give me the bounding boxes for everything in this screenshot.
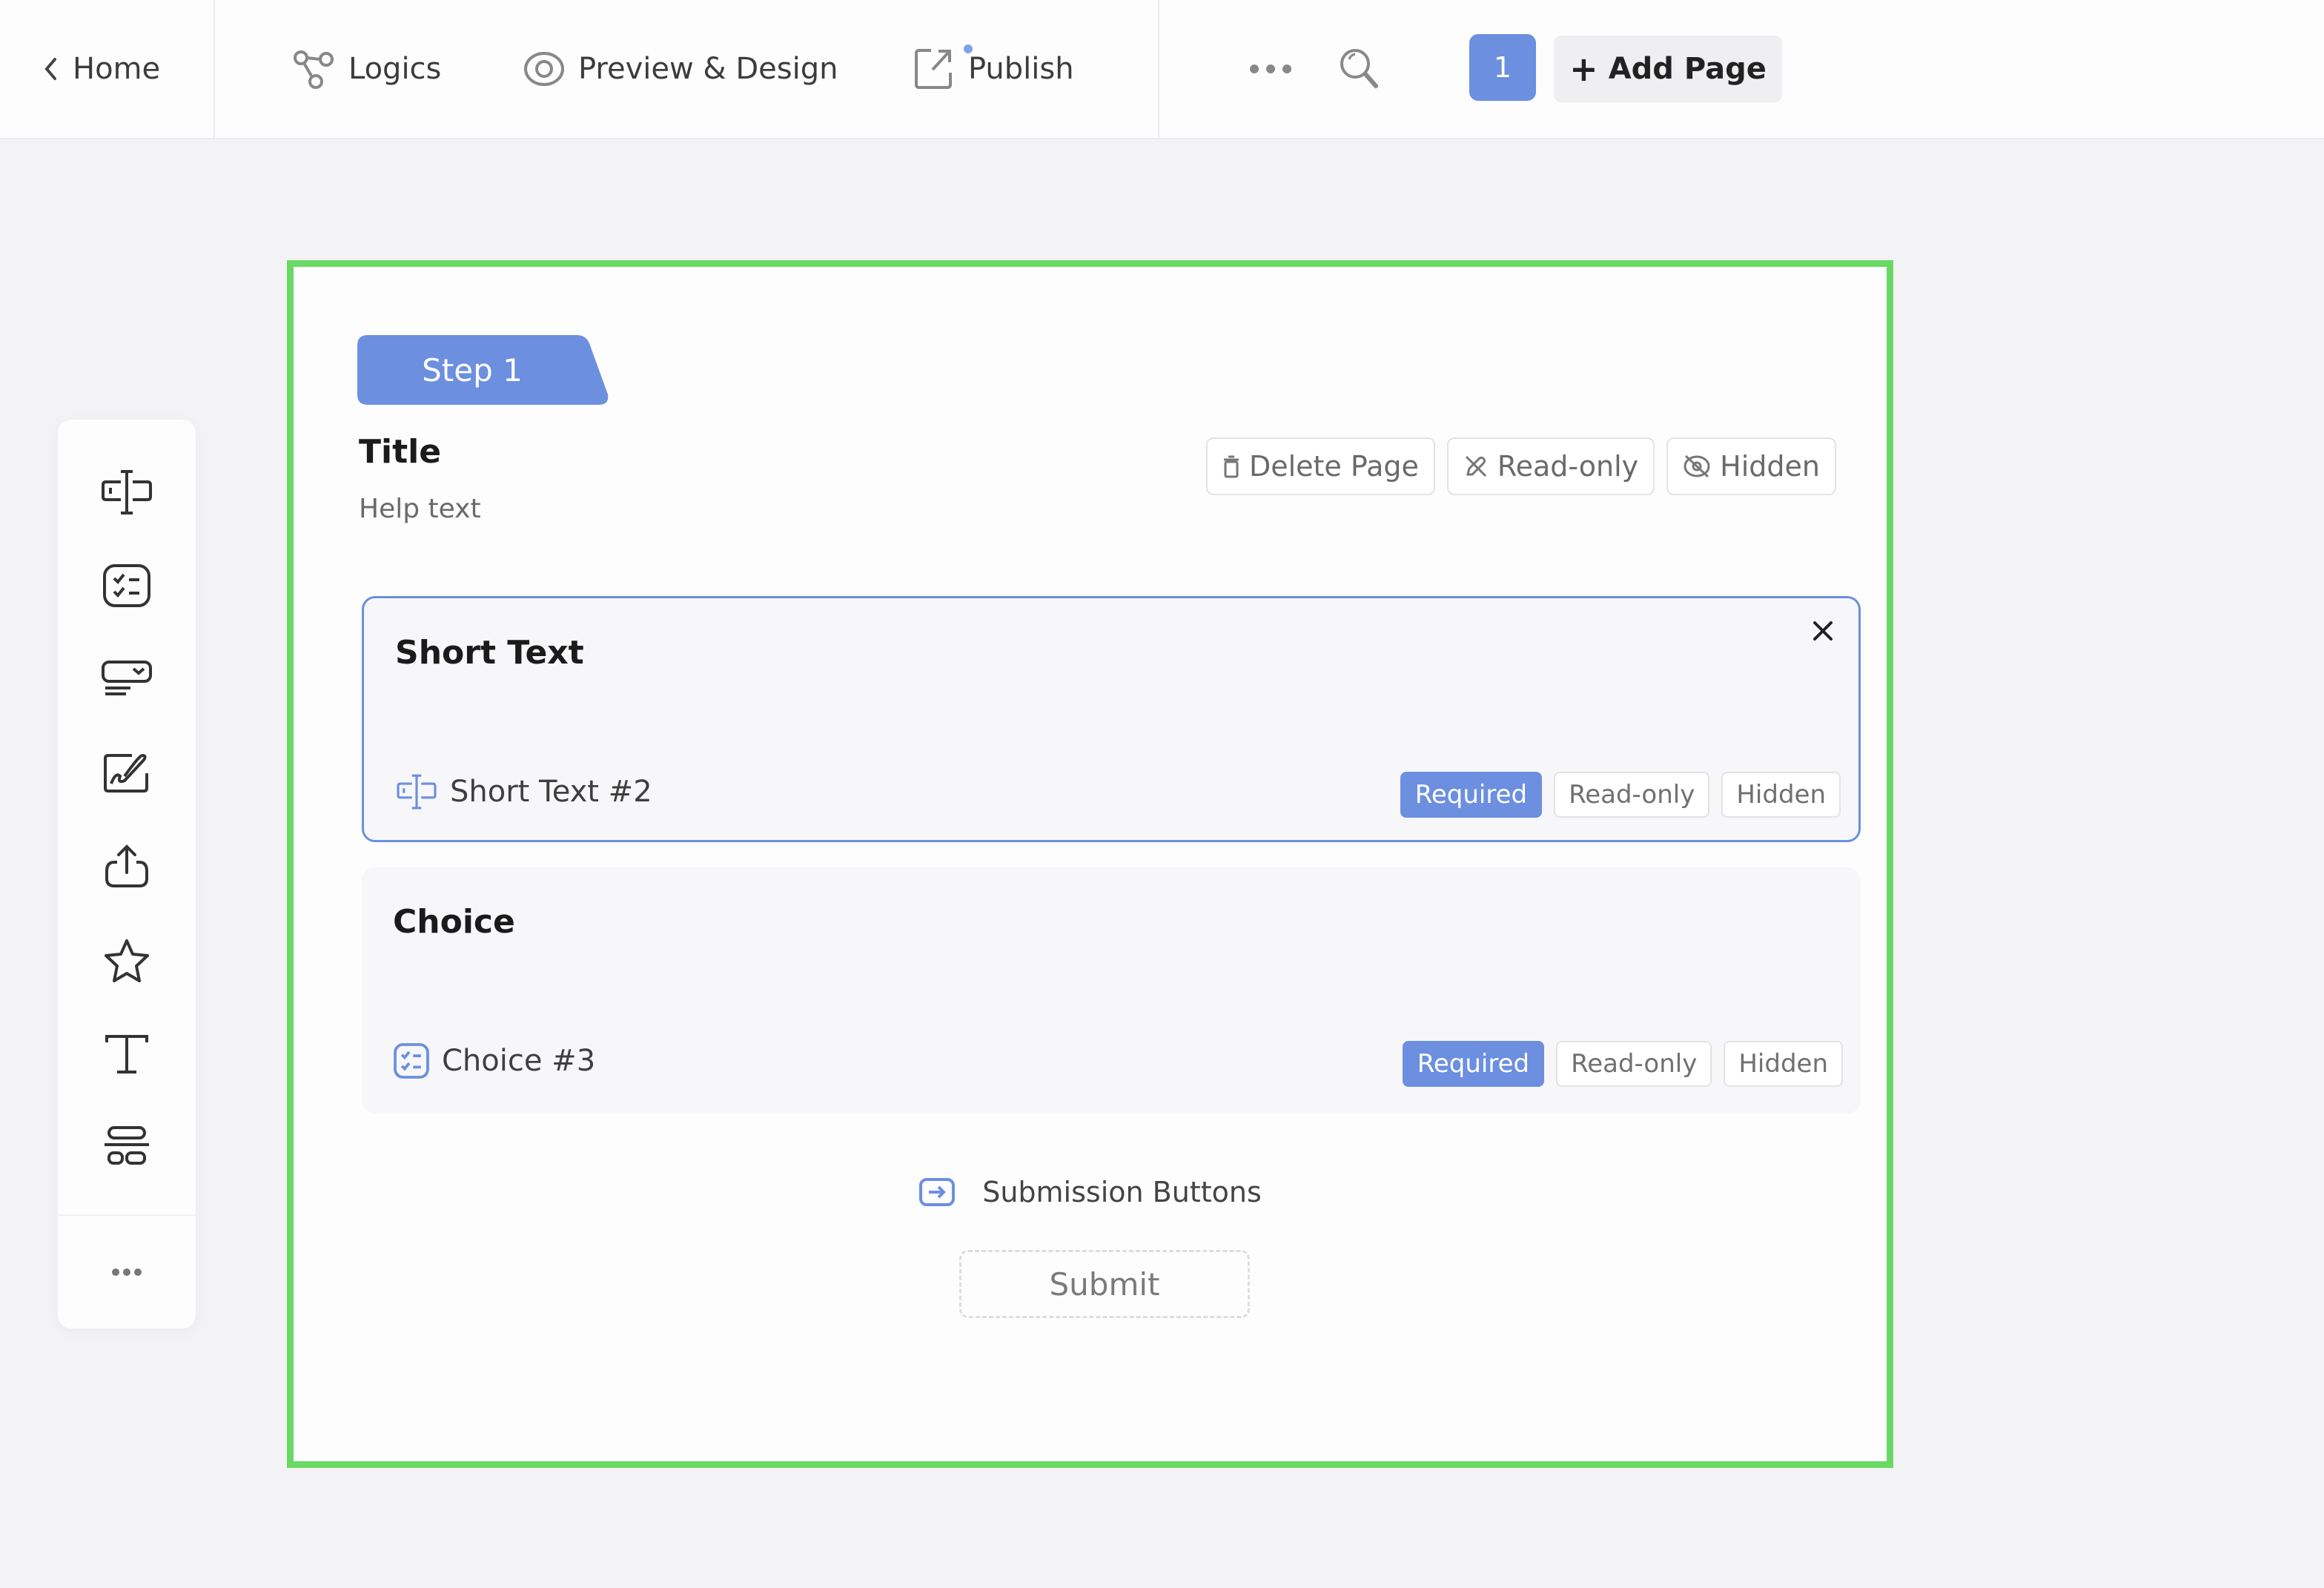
publish-label: Publish — [968, 52, 1074, 86]
ellipsis-icon — [1250, 64, 1291, 73]
eye-off-icon — [1684, 454, 1710, 478]
submission-buttons-section[interactable]: Submission Buttons — [307, 1176, 1873, 1208]
signature-icon — [104, 753, 148, 793]
page-readonly-button[interactable]: Read-only — [1446, 437, 1655, 495]
text-icon — [105, 1035, 148, 1073]
divider — [213, 0, 215, 138]
field-title[interactable]: Choice — [393, 903, 515, 941]
palette-more-button[interactable] — [58, 1235, 196, 1309]
field-card-choice[interactable]: Choice Choice #3 Required Read-only Hidd… — [362, 867, 1861, 1114]
text-input-icon — [397, 774, 437, 810]
submission-label: Submission Buttons — [982, 1176, 1262, 1208]
plus-icon: + — [1569, 49, 1598, 89]
field-name: Short Text #2 — [450, 775, 652, 809]
page-hidden-button[interactable]: Hidden — [1666, 437, 1836, 495]
palette-item-layout[interactable] — [58, 1109, 196, 1183]
readonly-toggle[interactable]: Read-only — [1554, 772, 1710, 818]
remove-field-button[interactable] — [1801, 609, 1845, 653]
checklist-icon — [394, 1043, 429, 1079]
palette-item-dropdown[interactable] — [58, 642, 196, 716]
palette-item-choice[interactable] — [58, 549, 196, 623]
field-meta: Short Text #2 — [395, 773, 652, 810]
field-title[interactable]: Short Text — [395, 634, 584, 672]
divider — [1158, 0, 1159, 138]
more-options-button[interactable] — [1248, 0, 1306, 138]
field-name: Choice #3 — [442, 1044, 596, 1078]
field-toggles: Required Read-only Hidden — [1402, 1041, 1843, 1087]
palette-item-rating[interactable] — [58, 924, 196, 998]
checklist-icon — [103, 564, 150, 607]
palette-item-signature[interactable] — [58, 735, 196, 810]
page-help-text[interactable]: Help text — [359, 494, 481, 524]
submit-button[interactable]: Submit — [959, 1250, 1250, 1318]
palette-item-short-text[interactable] — [58, 455, 196, 529]
submit-arrow-icon — [919, 1178, 956, 1206]
branch-icon — [294, 50, 334, 89]
dropdown-icon — [102, 661, 152, 695]
search-button[interactable] — [1337, 0, 1395, 138]
field-meta: Choice #3 — [393, 1042, 595, 1079]
home-label: Home — [73, 52, 161, 86]
ellipsis-icon — [112, 1268, 142, 1276]
palette-item-upload[interactable] — [58, 829, 196, 903]
hidden-toggle[interactable]: Hidden — [1721, 772, 1841, 818]
page-hidden-label: Hidden — [1720, 450, 1820, 483]
divider — [58, 1214, 196, 1216]
required-toggle[interactable]: Required — [1402, 1041, 1545, 1087]
close-icon — [1813, 621, 1833, 641]
preview-label: Preview & Design — [578, 52, 838, 86]
logics-button[interactable]: Logics — [292, 0, 441, 138]
text-input-icon — [102, 470, 152, 515]
hidden-toggle[interactable]: Hidden — [1724, 1041, 1843, 1087]
form-canvas: Step 1 Title Help text Delete Page Read-… — [287, 260, 1893, 1468]
search-icon — [1340, 49, 1378, 88]
field-card-short-text[interactable]: Short Text Short Text #2 Required Read-o… — [362, 596, 1861, 842]
preview-design-button[interactable]: Preview & Design — [523, 0, 838, 138]
step-tab[interactable]: Step 1 — [357, 335, 609, 405]
trash-icon — [1223, 455, 1239, 478]
home-button[interactable]: Home — [43, 0, 160, 138]
field-palette — [58, 420, 196, 1329]
required-toggle[interactable]: Required — [1400, 772, 1543, 818]
delete-page-button[interactable]: Delete Page — [1205, 437, 1435, 495]
top-bar: Home Logics Preview & Design Publish 1 +… — [0, 0, 2324, 139]
field-toggles: Required Read-only Hidden — [1400, 772, 1841, 818]
star-icon — [105, 939, 149, 982]
eye-icon — [524, 52, 564, 86]
upload-icon — [105, 844, 148, 887]
add-page-button[interactable]: + Add Page — [1554, 36, 1782, 102]
page-title[interactable]: Title — [359, 433, 441, 471]
add-page-label: Add Page — [1608, 52, 1767, 86]
logics-label: Logics — [348, 52, 442, 86]
delete-page-label: Delete Page — [1248, 450, 1419, 483]
page-readonly-label: Read-only — [1497, 450, 1639, 483]
external-link-icon — [915, 49, 952, 89]
readonly-toggle[interactable]: Read-only — [1556, 1041, 1712, 1087]
chevron-left-icon — [44, 58, 56, 80]
step-label: Step 1 — [422, 351, 523, 388]
layout-icon — [105, 1126, 149, 1165]
page-number-button[interactable]: 1 — [1469, 34, 1536, 101]
form-page: Step 1 Title Help text Delete Page Read-… — [307, 280, 1873, 1448]
publish-button[interactable]: Publish — [913, 0, 1074, 138]
pencil-off-icon — [1465, 455, 1486, 477]
notification-dot — [964, 44, 973, 53]
page-actions: Delete Page Read-only Hidden — [1205, 437, 1836, 495]
palette-item-text[interactable] — [58, 1017, 196, 1091]
